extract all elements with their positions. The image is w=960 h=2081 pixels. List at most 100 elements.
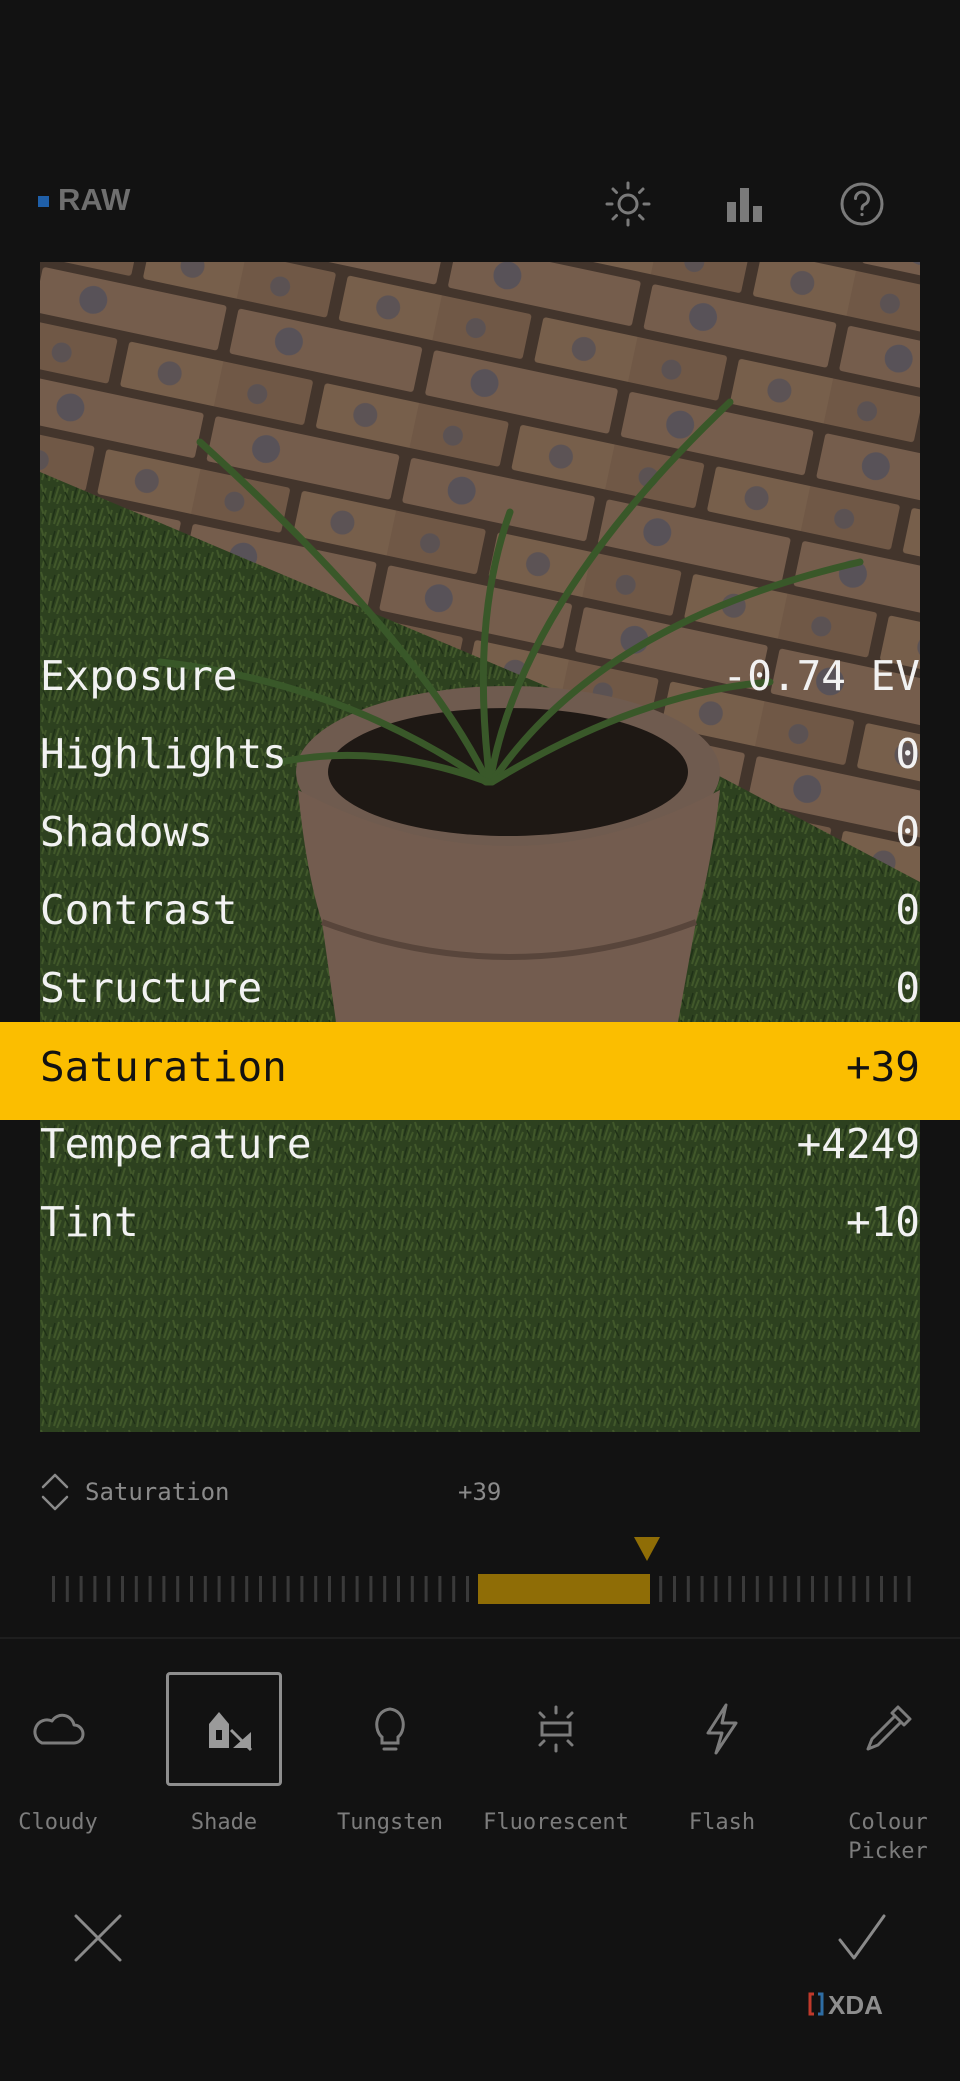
slider-tick [893,1576,897,1602]
adjustment-row-exposure[interactable]: Exposure -0.74 EV [0,642,960,720]
slider-tick [217,1576,221,1602]
confirm-button[interactable] [836,1912,888,1964]
slider-tick [383,1576,387,1602]
slider-tick [714,1576,718,1602]
slider-position-marker [632,1536,662,1562]
preset-shade[interactable]: Shade [166,1672,286,1912]
slider-tick [438,1576,442,1602]
up-down-chevron-icon[interactable] [40,1472,70,1512]
slider-tick [148,1576,152,1602]
slider-tick [93,1576,97,1602]
slider-tick [65,1576,69,1602]
slider-value: +39 [458,1478,502,1506]
slider-tick [245,1576,249,1602]
slider-tick [369,1576,373,1602]
flash-icon [706,1703,738,1755]
adjustment-value: 0 [895,964,920,1012]
slider-label: Saturation [85,1478,230,1506]
adjustment-name: Exposure [40,652,238,700]
adjustment-value: +4249 [796,1120,920,1168]
adjustment-row-saturation[interactable]: Saturation +39 [0,1022,960,1120]
adjustment-row-tint[interactable]: Tint +10 [0,1188,960,1266]
slider-tick [659,1576,663,1602]
bulb-icon [375,1707,405,1751]
adjustment-row-contrast[interactable]: Contrast 0 [0,876,960,954]
slider-tick [880,1576,883,1602]
slider-tick [176,1576,180,1602]
preset-icon-box [332,1672,448,1786]
slider-tick [838,1576,842,1602]
slider-tick [79,1576,83,1602]
eyedropper-icon [866,1705,912,1751]
preset-cloudy[interactable]: Cloudy [0,1672,120,1912]
slider-tick [673,1576,676,1602]
cloud-icon [33,1713,85,1745]
raw-indicator [38,196,49,207]
slider-tick [852,1576,856,1602]
histogram-icon[interactable] [721,180,769,228]
slider-tick [328,1576,331,1602]
slider-tick [190,1576,193,1602]
preset-flash[interactable]: Flash [664,1672,784,1912]
slider-tick [728,1576,732,1602]
slider-tick [231,1576,235,1602]
slider-tick [300,1576,304,1602]
slider-tick [272,1576,276,1602]
sun-icon[interactable] [604,180,652,228]
slider-tick [424,1576,428,1602]
adjustment-value: +10 [845,1198,920,1246]
slider-tick [466,1576,469,1602]
preset-fluorescent[interactable]: Fluorescent [483,1672,629,1912]
close-icon [74,1914,122,1962]
adjustment-value: 0 [895,886,920,934]
slider-tick [134,1576,138,1602]
adjustment-name: Temperature [40,1120,312,1168]
adjustment-row-highlights[interactable]: Highlights 0 [0,720,960,798]
slider-tick [783,1576,787,1602]
adjustment-row-temperature[interactable]: Temperature +4249 [0,1110,960,1188]
xda-watermark-logo: XDA [808,1988,904,2020]
adjustment-value: 0 [895,730,920,778]
adjustment-name: Tint [40,1198,139,1246]
slider-fill [478,1574,650,1604]
preset-icon-box [498,1672,614,1786]
adjustment-name: Highlights [40,730,287,778]
preset-colour-picker[interactable]: Colour Picker [830,1672,950,1912]
slider-tick [286,1576,290,1602]
slider-tick [107,1576,111,1602]
slider-tick [341,1576,345,1602]
preset-icon-box [0,1672,116,1786]
preset-icon-box [166,1672,282,1786]
raw-format-label[interactable]: RAW [58,182,130,218]
adjustment-name: Shadows [40,808,213,856]
help-icon[interactable] [838,180,886,228]
preset-tungsten[interactable]: Tungsten [332,1672,452,1912]
slider-tick [452,1576,456,1602]
adjustment-row-shadows[interactable]: Shadows 0 [0,798,960,876]
adjustment-name: Saturation [40,1043,287,1091]
svg-text:XDA: XDA [828,1990,883,2020]
divider [0,1637,960,1639]
shade-icon [209,1712,253,1752]
preset-icon-box [664,1672,780,1786]
slider-tick [824,1576,828,1602]
slider-tick [203,1576,207,1602]
checkmark-icon [838,1914,886,1960]
slider-tick [907,1576,911,1602]
slider-tick [755,1576,759,1602]
slider-tick [162,1576,166,1602]
slider-tick [259,1576,262,1602]
adjustment-value: 0 [895,808,920,856]
saturation-slider-track[interactable] [50,1574,912,1604]
adjustment-row-structure[interactable]: Structure 0 [0,954,960,1032]
slider-tick [797,1576,801,1602]
adjustment-name: Contrast [40,886,238,934]
cancel-button[interactable] [72,1912,124,1964]
fluorescent-icon [538,1705,574,1753]
preset-icon-box [830,1672,946,1786]
slider-tick [355,1576,359,1602]
slider-tick [742,1576,745,1602]
slider-tick [121,1576,124,1602]
slider-tick [686,1576,690,1602]
slider-tick [52,1576,55,1602]
